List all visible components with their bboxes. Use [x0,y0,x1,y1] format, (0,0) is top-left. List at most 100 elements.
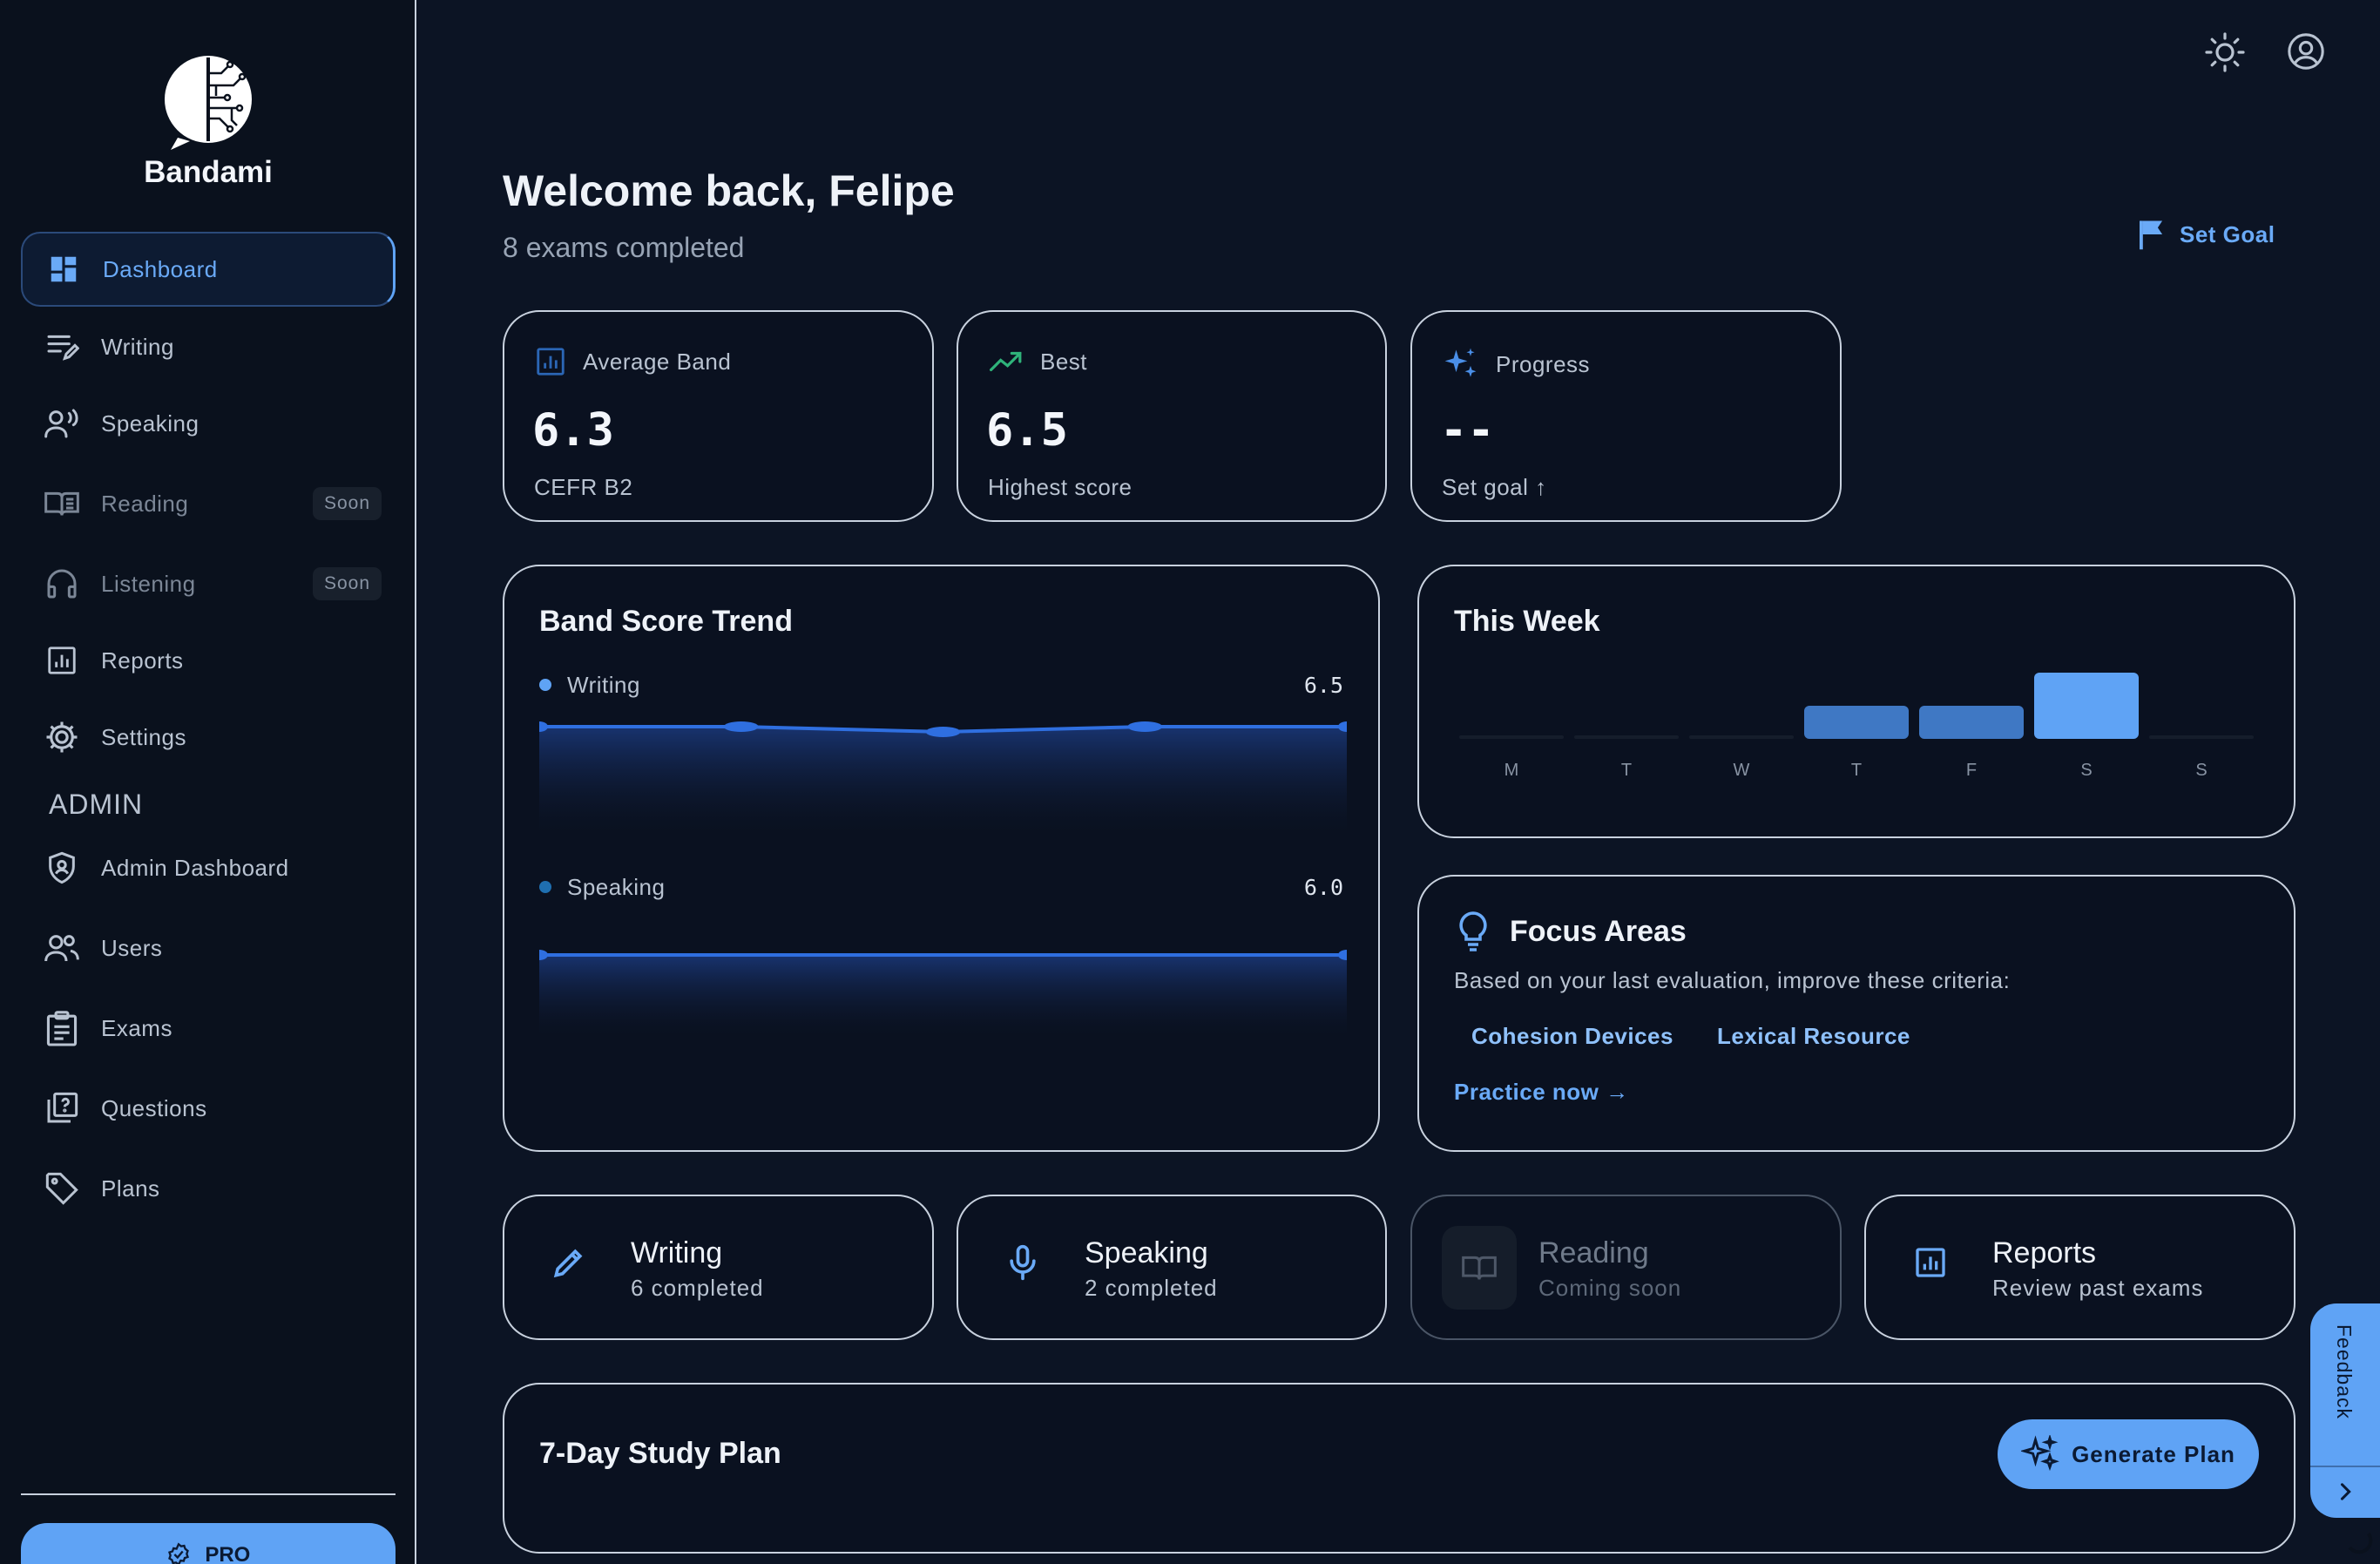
action-title: Reading [1538,1236,1649,1269]
series-latest-value: 6.5 [1303,672,1343,698]
sidebar-item-reading[interactable]: Reading Soon [21,466,396,541]
sidebar-item-writing[interactable]: Writing [21,309,396,384]
action-subtitle: Review past exams [1992,1275,2204,1301]
account-icon[interactable] [2286,31,2326,78]
writing-area [539,727,1347,835]
study-plan-card: 7-Day Study Plan Generate Plan [503,1383,2295,1554]
pro-label: PRO [205,1543,251,1564]
speaking-trend-chart [539,950,1347,1037]
week-day-label: W [1734,761,1750,780]
reports-action-card[interactable]: Reports Review past exams [1864,1195,2295,1340]
loading-spinner-icon [2348,1532,2373,1554]
sidebar-item-questions[interactable]: Questions [21,1071,396,1146]
week-day-label: M [1504,761,1519,780]
writing-action-card[interactable]: Writing 6 completed [503,1195,934,1340]
lightbulb-icon [1459,911,1487,951]
band-score-trend-card: Band Score Trend Writing 6.5 Speaking 6.… [503,565,1380,1152]
study-plan-title: 7-Day Study Plan [539,1437,781,1470]
focus-areas-subtitle: Based on your last evaluation, improve t… [1454,967,2011,993]
practice-now-link[interactable]: Practice now → [1454,1079,1629,1106]
best-score-value: 6.5 [986,404,1068,457]
trending-up-icon [990,351,1022,372]
generate-plan-label: Generate Plan [2072,1440,2235,1467]
brand-logo[interactable] [159,54,258,153]
series-latest-value: 6.0 [1303,874,1343,900]
writing-point [723,721,759,732]
sidebar-item-users[interactable]: Users [21,911,396,985]
writing-icon [42,327,82,367]
sidebar-item-listening[interactable]: Listening Soon [21,546,396,621]
sidebar-item-plans[interactable]: Plans [21,1151,396,1226]
sidebar-item-speaking[interactable]: Speaking [21,386,396,461]
sidebar-item-settings[interactable]: Settings [21,700,396,775]
microphone-icon [993,1233,1052,1292]
series-name: Writing [567,671,640,698]
sidebar-item-exams[interactable]: Exams [21,991,396,1066]
week-bar [1804,706,1909,739]
chart-icon [537,348,565,376]
speaking-legend-dot [539,881,551,893]
speaking-series-header: Speaking 6.0 [539,870,1343,904]
sidebar-item-label: Admin Dashboard [101,854,289,881]
sidebar-item-label: Users [101,934,163,961]
clipboard-icon [42,1008,82,1048]
average-band-value: 6.3 [532,404,614,457]
sidebar-item-reports[interactable]: Reports [21,623,396,698]
week-bar [2149,735,2254,739]
sidebar-item-dashboard[interactable]: Dashboard [21,232,396,307]
week-day-label: S [2080,761,2092,780]
set-goal-button[interactable]: Set Goal [2136,218,2275,251]
speaking-action-card[interactable]: Speaking 2 completed [957,1195,1387,1340]
feedback-divider [2310,1466,2380,1467]
week-bar [2034,673,2139,739]
reading-action-card: Reading Coming soon [1410,1195,1842,1340]
users-icon [42,928,82,968]
progress-card: Progress -- Set goal ↑ [1410,310,1842,522]
feedback-tab[interactable]: Feedback [2310,1303,2380,1518]
headphones-icon [42,564,82,604]
stat-label: Best [1040,348,1088,375]
sidebar-item-label: Listening [101,570,196,597]
writing-point [925,727,961,737]
exams-completed-text: 8 exams completed [503,232,745,263]
writing-point [1127,721,1163,732]
shield-icon [42,848,82,888]
week-day-label: T [1851,761,1862,780]
this-week-card: This Week M T W T F S S [1417,565,2295,838]
dashboard-icon [44,249,84,289]
sidebar-item-label: Exams [101,1014,172,1041]
set-goal-label: Set Goal [2180,220,2275,247]
book-icon [1442,1226,1517,1310]
sidebar-item-label: Questions [101,1094,207,1121]
sidebar-item-label: Settings [101,723,186,750]
stat-label: Progress [1496,350,1591,377]
sidebar-item-label: Writing [101,333,174,360]
theme-toggle-sun-icon[interactable] [2204,31,2246,78]
action-title: Reports [1992,1236,2097,1269]
speaking-area [539,955,1347,1037]
focus-chip[interactable]: Cohesion Devices [1471,1023,1673,1050]
focus-chip[interactable]: Lexical Resource [1717,1023,1910,1050]
generate-plan-button[interactable]: Generate Plan [1998,1419,2259,1489]
sidebar-item-label: Plans [101,1175,160,1202]
week-bar [1919,706,2024,739]
chevron-right-icon[interactable] [2333,1479,2357,1504]
set-goal-link[interactable]: Set goal ↑ [1442,474,1547,501]
soon-badge: Soon [312,567,382,600]
gear-icon [42,717,82,757]
admin-section-heading: ADMIN [49,789,144,820]
pencil-icon [539,1233,598,1292]
speaking-icon [42,403,82,443]
week-day-label: S [2195,761,2207,780]
tag-icon [42,1168,82,1209]
week-day-label: T [1621,761,1632,780]
series-name: Speaking [567,873,666,900]
pro-button[interactable]: PRO [21,1523,396,1564]
action-subtitle: 6 completed [631,1275,764,1301]
action-subtitle: 2 completed [1085,1275,1218,1301]
sidebar-item-admin-dashboard[interactable]: Admin Dashboard [21,830,396,905]
sparkle-icon [1444,348,1477,377]
soon-badge: Soon [312,487,382,520]
badge-check-icon [167,1542,189,1564]
sidebar-divider [21,1493,396,1495]
